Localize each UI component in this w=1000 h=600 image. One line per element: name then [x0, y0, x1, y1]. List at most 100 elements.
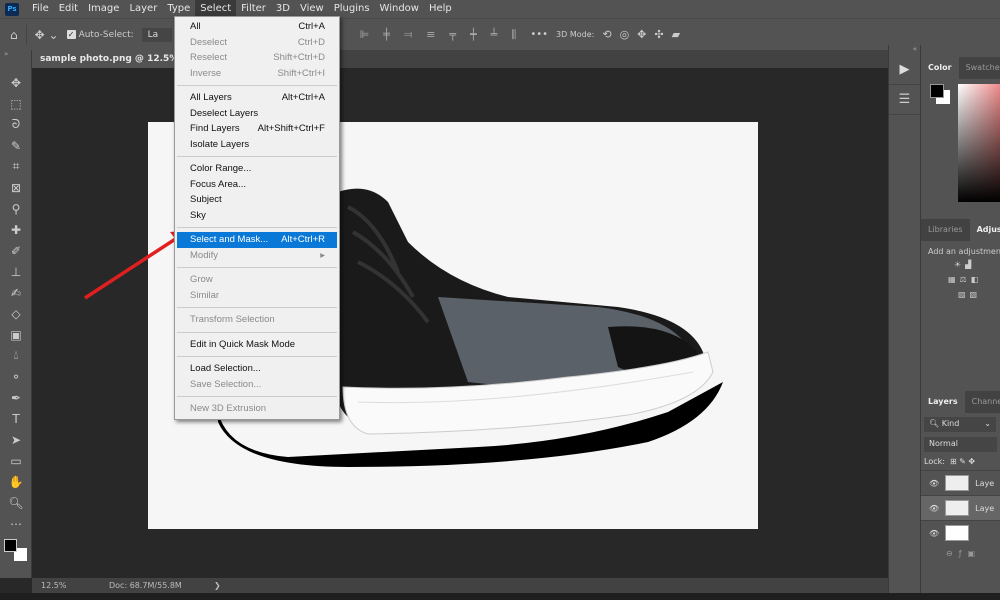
lock-row: Lock: ⊞ ✎ ✥ — [924, 457, 976, 466]
align-center-icon: ╪ — [383, 27, 390, 41]
color-picker-field[interactable] — [958, 84, 1000, 202]
eyedropper-tool[interactable]: ⚲ — [0, 198, 32, 219]
visibility-eye-icon[interactable]: 👁︎ — [929, 479, 939, 488]
layer-row[interactable]: 👁︎ Laye — [921, 495, 1000, 520]
layers-panel-tabs: Layers Channels — [921, 391, 1000, 413]
visibility-eye-icon[interactable]: 👁︎ — [929, 504, 939, 513]
zoom-level[interactable]: 12.5% — [41, 581, 66, 590]
menu-layer[interactable]: Layer — [124, 0, 162, 18]
menu-item-inverse[interactable]: Inverse Shift+Ctrl+I — [175, 66, 339, 82]
menu-item-focus-area[interactable]: Focus Area... — [175, 177, 339, 193]
menu-item-grow[interactable]: Grow — [175, 272, 339, 288]
move-tool[interactable]: ✥ — [0, 72, 32, 93]
lasso-tool[interactable]: ᘐ — [0, 114, 32, 135]
home-icon[interactable]: ⌂ — [10, 28, 18, 42]
distribute-icon: ≡ — [426, 27, 436, 41]
path-select-tool[interactable]: ➤ — [0, 429, 32, 450]
menu-item-similar[interactable]: Similar — [175, 288, 339, 304]
tab-color[interactable]: Color — [921, 57, 959, 79]
menu-item-new-3d-extrusion[interactable]: New 3D Extrusion — [175, 401, 339, 417]
menu-item-save-selection[interactable]: Save Selection... — [175, 377, 339, 393]
gradient-tool[interactable]: ▣ — [0, 324, 32, 345]
menu-item-isolate-layers[interactable]: Isolate Layers — [175, 137, 339, 153]
brush-tool[interactable]: ✐ — [0, 240, 32, 261]
collapse-icon[interactable]: » — [0, 50, 31, 72]
history-brush-tool[interactable]: ✍ — [0, 282, 32, 303]
menu-item-transform-selection[interactable]: Transform Selection — [175, 312, 339, 328]
align-icons[interactable]: ⊫ ╪ ⫤ ≡ ╤ ┿ ╧ ⫼ — [360, 28, 517, 42]
more-tools[interactable]: ⋯ — [0, 513, 32, 534]
hand-tool[interactable]: ✋ — [0, 471, 32, 492]
tab-layers[interactable]: Layers — [921, 391, 965, 413]
menu-item-subject[interactable]: Subject — [175, 192, 339, 208]
quick-select-tool[interactable]: ✎ — [0, 135, 32, 156]
menu-item-edit-in-quick-mask-mode[interactable]: Edit in Quick Mask Mode — [175, 337, 339, 353]
menu-item-deselect[interactable]: Deselect Ctrl+D — [175, 35, 339, 51]
menu-bar: Ps File Edit Image Layer Type Select Fil… — [0, 0, 1000, 18]
menu-image[interactable]: Image — [83, 0, 124, 18]
play-icon[interactable]: ▶ — [889, 55, 920, 85]
stamp-tool[interactable]: ⊥ — [0, 261, 32, 282]
adjustment-icons-row-2[interactable]: ▦⚖◧ — [948, 275, 993, 284]
visibility-eye-icon[interactable]: 👁︎ — [929, 529, 939, 538]
type-tool[interactable]: T — [0, 408, 32, 429]
layer-row[interactable]: 👁︎ Laye — [921, 470, 1000, 495]
menu-item-reselect[interactable]: Reselect Shift+Ctrl+D — [175, 50, 339, 66]
menu-item-label: Color Range... — [190, 163, 252, 175]
foreground-swatch[interactable] — [930, 84, 944, 98]
auto-select-label: Auto-Select: — [78, 29, 134, 40]
status-menu-arrow[interactable]: ❯ — [214, 581, 221, 590]
menu-item-find-layers[interactable]: Find Layers Alt+Shift+Ctrl+F — [175, 121, 339, 137]
properties-icon[interactable]: ☰ — [889, 85, 920, 115]
pen-tool[interactable]: ✒ — [0, 387, 32, 408]
menu-window[interactable]: Window — [375, 0, 424, 18]
options-bar: ⌂ ✥ ⌄ ✓ Auto-Select: La ⊫ ╪ ⫤ ≡ ╤ ┿ ╧ ⫼ ••• 3D M… — [0, 18, 1000, 50]
color-swatches[interactable] — [0, 534, 31, 564]
more-options-button[interactable]: ••• — [530, 29, 548, 40]
shape-tool[interactable]: ▭ — [0, 450, 32, 471]
menu-help[interactable]: Help — [424, 0, 457, 18]
menu-item-all-layers[interactable]: All Layers Alt+Ctrl+A — [175, 90, 339, 106]
layers-footer-icons[interactable]: ⊖ƒ▣ — [921, 545, 1000, 558]
zoom-tool[interactable]: 🔍︎ — [0, 492, 32, 513]
frame-tool[interactable]: ⊠ — [0, 177, 32, 198]
camera-icon: ▰ — [671, 28, 681, 41]
healing-tool[interactable]: ✚ — [0, 219, 32, 240]
menu-item-select-and-mask[interactable]: Select and Mask... Alt+Ctrl+R — [177, 232, 337, 248]
status-bar: 12.5% Doc: 68.7M/55.8M ❯ — [32, 578, 888, 593]
align-top-icon: ╤ — [449, 27, 457, 41]
menu-item-color-range[interactable]: Color Range... — [175, 161, 339, 177]
blur-tool[interactable]: 💧︎ — [0, 345, 32, 366]
lock-icons[interactable]: ⊞ ✎ ✥ — [950, 457, 975, 466]
move-tool-icon[interactable]: ✥ ⌄ — [35, 28, 59, 42]
menu-item-all[interactable]: All Ctrl+A — [175, 19, 339, 35]
tab-swatches[interactable]: Swatches — [959, 57, 1000, 79]
tab-adjustments[interactable]: Adjust — [969, 219, 1000, 241]
menu-item-shortcut: Ctrl+A — [298, 21, 325, 33]
blend-mode-dropdown[interactable]: Normal — [924, 437, 997, 452]
menu-item-label: Select and Mask... — [190, 234, 269, 246]
marquee-tool[interactable]: ⬚ — [0, 93, 32, 114]
adjustment-icons-row-1[interactable]: ☀▟ — [954, 260, 993, 269]
layer-row[interactable]: 👁︎ — [921, 520, 1000, 545]
menu-item-deselect-layers[interactable]: Deselect Layers — [175, 106, 339, 122]
menu-item-sky[interactable]: Sky — [175, 208, 339, 224]
menu-item-modify[interactable]: Modify ▸ — [175, 248, 339, 264]
dodge-tool[interactable]: ⚬ — [0, 366, 32, 387]
menu-item-label: Similar — [190, 289, 220, 301]
auto-select-checkbox[interactable]: ✓ Auto-Select: — [66, 29, 134, 40]
menu-item-load-selection[interactable]: Load Selection... — [175, 361, 339, 377]
menu-file[interactable]: File — [27, 0, 54, 18]
layer-select-dropdown[interactable]: La — [141, 27, 172, 42]
3d-mode-icons[interactable]: ⟲ ◎ ✥ ✣ ▰ — [602, 28, 680, 41]
crop-tool[interactable]: ⌗ — [0, 156, 32, 177]
tab-channels[interactable]: Channels — [965, 391, 1000, 413]
adjustment-icons-row-3[interactable]: ▨▧ — [958, 290, 993, 299]
layer-filter-dropdown[interactable]: 🔍︎ Kind ⌄ — [924, 417, 996, 432]
menu-item-label: Find Layers — [190, 123, 240, 135]
tab-libraries[interactable]: Libraries — [921, 219, 970, 241]
menu-edit[interactable]: Edit — [54, 0, 83, 18]
eraser-tool[interactable]: ◇ — [0, 303, 32, 324]
expand-icon[interactable]: « — [889, 45, 920, 55]
layer-name: Laye — [975, 478, 995, 488]
